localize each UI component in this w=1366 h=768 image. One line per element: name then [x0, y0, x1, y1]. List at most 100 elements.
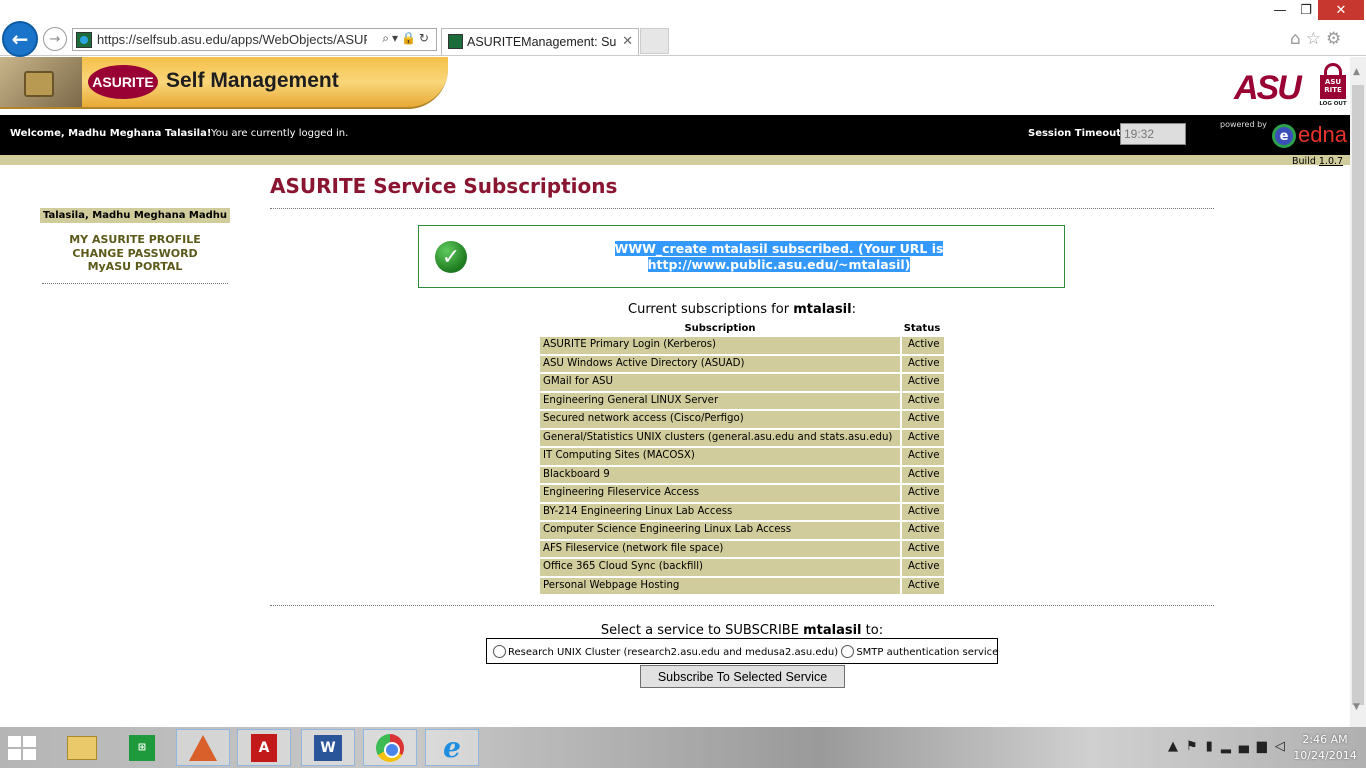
header-strip: [0, 155, 1350, 165]
subscription-name: Personal Webpage Hosting: [540, 577, 900, 594]
subscriptions-heading: Current subscriptions for mtalasil:: [270, 302, 1214, 317]
scroll-down-icon[interactable]: ▼: [1353, 702, 1360, 712]
sidebar-item-profile[interactable]: MY ASURITE PROFILE: [40, 233, 230, 247]
subscription-name: Engineering Fileservice Access: [540, 485, 900, 502]
radio-research-unix[interactable]: [493, 645, 506, 658]
acrobat-icon: A: [251, 733, 277, 762]
section-divider: [270, 605, 1214, 606]
padlock-image-icon: [0, 57, 82, 107]
radio-smtp-auth[interactable]: [841, 645, 855, 658]
chrome-icon: [376, 733, 404, 762]
edna-wordmark: edna: [1298, 122, 1347, 147]
taskbar-acrobat[interactable]: A: [237, 729, 291, 766]
minimize-button[interactable]: —: [1268, 0, 1292, 20]
store-icon: ⊞: [129, 734, 155, 761]
forward-button[interactable]: →: [43, 27, 67, 51]
start-button[interactable]: [8, 736, 38, 760]
session-timeout-field: 19:32: [1120, 123, 1186, 145]
subscription-name: ASURITE Primary Login (Kerberos): [540, 337, 900, 354]
subscription-name: General/Statistics UNIX clusters (genera…: [540, 429, 900, 446]
subscription-name: AFS Fileservice (network file space): [540, 540, 900, 557]
arrow-right-icon: →: [49, 31, 61, 47]
flag-icon[interactable]: ⚑: [1186, 739, 1206, 754]
subscription-name: Engineering General LINUX Server: [540, 392, 900, 409]
power-icon[interactable]: ▮: [1206, 739, 1221, 754]
url-text[interactable]: https://selfsub.asu.edu/apps/WebObjects/…: [97, 32, 367, 47]
folder-icon: [67, 735, 97, 760]
sidebar-item-myasu-portal[interactable]: MyASU PORTAL: [40, 260, 230, 274]
network-icon[interactable]: ▂▄▆: [1221, 739, 1275, 754]
taskbar-store[interactable]: ⊞: [115, 729, 169, 766]
table-row: Engineering Fileservice Access Active: [540, 485, 944, 502]
option-label-smtp-auth[interactable]: SMTP authentication service: [856, 647, 998, 658]
build-version-link[interactable]: 1.0.7: [1319, 156, 1343, 167]
asu-logo[interactable]: ASU: [1234, 69, 1302, 108]
table-header-row: Subscription Status: [540, 323, 944, 335]
browser-tab[interactable]: ASURITEManagement: Sub... ✕: [441, 28, 639, 55]
table-row: Office 365 Cloud Sync (backfill) Active: [540, 559, 944, 576]
subscription-status: Active: [900, 374, 944, 391]
address-bar[interactable]: https://selfsub.asu.edu/apps/WebObjects/…: [72, 28, 437, 51]
powered-by-text: powered by: [1220, 120, 1267, 129]
browser-chrome: ← → https://selfsub.asu.edu/apps/WebObje…: [0, 0, 1366, 57]
word-icon: W: [314, 734, 342, 761]
taskbar-internet-explorer[interactable]: e: [425, 729, 479, 766]
subscribe-button[interactable]: Subscribe To Selected Service: [640, 665, 845, 688]
new-tab-button[interactable]: [640, 28, 669, 54]
logout-lock-label: ASU RITE: [1320, 75, 1346, 99]
option-label-research-unix[interactable]: Research UNIX Cluster (research2.asu.edu…: [508, 647, 838, 658]
tab-close-icon[interactable]: ✕: [622, 33, 633, 49]
taskbar-file-explorer[interactable]: [55, 729, 109, 766]
build-version: Build 1.0.7: [1292, 156, 1343, 167]
table-row: ASU Windows Active Directory (ASUAD) Acti…: [540, 355, 944, 372]
show-hidden-icons-icon[interactable]: ▲: [1168, 739, 1186, 754]
star-icon[interactable]: ☆: [1306, 29, 1326, 49]
subscription-status: Active: [900, 503, 944, 520]
subscriptions-table: Subscription Status ASURITE Primary Logi…: [540, 321, 944, 596]
select-heading-username: mtalasil: [803, 623, 862, 638]
brand-title: Self Management: [166, 69, 339, 92]
gear-icon[interactable]: ⚙: [1326, 29, 1346, 49]
success-message-line1: WWW_create mtalasil subscribed. (Your UR…: [614, 241, 944, 256]
table-row: Secured network access (Cisco/Perfigo) Ac…: [540, 411, 944, 428]
home-favorites-settings-icons[interactable]: ⌂☆⚙: [1290, 29, 1346, 49]
success-message: WWW_create mtalasil subscribed. (Your UR…: [499, 241, 1059, 273]
subscription-status: Active: [900, 522, 944, 539]
logout-button[interactable]: ASU RITE LOG OUT: [1318, 63, 1348, 109]
system-tray[interactable]: ▲⚑▮▂▄▆◁: [1168, 739, 1293, 754]
table-row: GMail for ASU Active: [540, 374, 944, 391]
subscription-status: Active: [900, 392, 944, 409]
subscription-name: Computer Science Engineering Linux Lab A…: [540, 522, 900, 539]
subscription-name: ASU Windows Active Directory (ASUAD): [540, 355, 900, 372]
close-window-button[interactable]: ✕: [1318, 0, 1364, 20]
site-favicon-icon: [76, 32, 92, 48]
address-bar-icons[interactable]: ⌕▾🔒↻: [382, 31, 432, 46]
edna-logo: e edna: [1272, 122, 1347, 149]
matlab-icon: [189, 734, 217, 761]
page-scrollbar[interactable]: ▲ ▼: [1350, 57, 1366, 727]
scrollbar-thumb[interactable]: [1352, 85, 1364, 705]
sidebar-item-change-password[interactable]: CHANGE PASSWORD: [40, 247, 230, 261]
system-clock[interactable]: 2:46 AM 10/24/2014: [1290, 732, 1360, 764]
maximize-button[interactable]: ❐: [1294, 0, 1318, 20]
select-heading-prefix: Select a service to SUBSCRIBE: [600, 623, 799, 638]
table-row: Computer Science Engineering Linux Lab A…: [540, 522, 944, 539]
subscriptions-heading-prefix: Current subscriptions for: [628, 302, 790, 317]
table-row: ASURITE Primary Login (Kerberos) Active: [540, 337, 944, 354]
subscription-status: Active: [900, 559, 944, 576]
session-bar: Welcome, Madhu Meghana Talasila! You are…: [0, 115, 1350, 155]
scroll-up-icon[interactable]: ▲: [1353, 67, 1360, 77]
taskbar-chrome[interactable]: [363, 729, 417, 766]
sidebar-divider: [42, 283, 228, 284]
logged-in-text: You are currently logged in.: [211, 128, 349, 139]
welcome-text: Welcome, Madhu Meghana Talasila!: [10, 128, 212, 139]
table-row: Engineering General LINUX Server Active: [540, 392, 944, 409]
back-button[interactable]: ←: [2, 21, 38, 57]
home-icon[interactable]: ⌂: [1290, 29, 1306, 49]
taskbar-word[interactable]: W: [301, 729, 355, 766]
web-page: ASURITE Self Management ASU ASU RITE LOG…: [0, 57, 1350, 727]
column-header-status: Status: [903, 323, 941, 334]
taskbar-matlab[interactable]: [176, 729, 230, 766]
clock-date: 10/24/2014: [1293, 749, 1357, 762]
session-timeout-label: Session Timeout:: [1028, 128, 1126, 139]
